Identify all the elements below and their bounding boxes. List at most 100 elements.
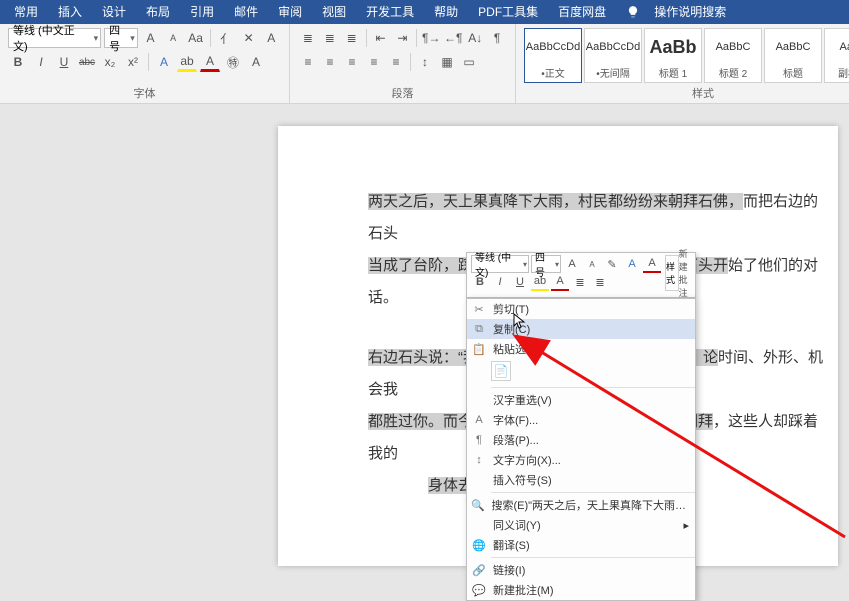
menu-item[interactable]: 开发工具	[356, 0, 424, 24]
menu-item[interactable]: 引用	[180, 0, 224, 24]
text-effect-button[interactable]: A	[154, 52, 174, 72]
mini-color-button[interactable]: A	[551, 273, 569, 291]
menu-item[interactable]: 视图	[312, 0, 356, 24]
style-tile[interactable]: AaBbC标题	[764, 28, 822, 83]
ctx-paste-options-label: 📋粘贴选项:	[467, 339, 695, 359]
underline-button[interactable]: U	[54, 52, 74, 72]
grow-font-button[interactable]: A	[141, 28, 161, 48]
italic-button[interactable]: I	[31, 52, 51, 72]
style-name: 标题	[783, 65, 803, 82]
align-center-button[interactable]: ≡	[320, 52, 340, 72]
style-tile[interactable]: AaBbCcDd•正文	[524, 28, 582, 83]
enclose-char-button[interactable]: ㊕	[223, 52, 243, 72]
ltr-button[interactable]: ¶→	[421, 28, 441, 48]
mini-font-name-combo[interactable]: 等线 (中文)	[471, 255, 529, 273]
ctx-paragraph[interactable]: ¶段落(P)...	[467, 430, 695, 450]
style-name: •无间隔	[596, 65, 630, 82]
borders-button[interactable]: ▭	[459, 52, 479, 72]
char-shading-button[interactable]: A	[246, 52, 266, 72]
mini-numbers-button[interactable]: ≣	[591, 273, 609, 291]
mini-format-painter-button[interactable]: ✎	[603, 255, 621, 273]
ctx-synonym[interactable]: 同义词(Y)▸	[467, 515, 695, 535]
align-distribute-button[interactable]: ≡	[386, 52, 406, 72]
rtl-button[interactable]: ←¶	[443, 28, 463, 48]
bulb-icon	[626, 5, 640, 19]
menu-item[interactable]: 插入	[48, 0, 92, 24]
mini-grow-font-button[interactable]: A	[563, 255, 581, 273]
superscript-button[interactable]: x²	[123, 52, 143, 72]
style-sample: AaBbC	[776, 29, 811, 65]
mini-styles-button[interactable]: 样式	[665, 255, 679, 291]
ctx-link[interactable]: 🔗链接(I)	[467, 560, 695, 580]
font-a-icon: A	[471, 412, 487, 428]
menu-item[interactable]: 邮件	[224, 0, 268, 24]
search-icon: 🔍	[471, 497, 485, 513]
style-tile[interactable]: AaBb副标题	[824, 28, 849, 83]
ctx-hanzi-reselect[interactable]: 汉字重选(V)	[467, 390, 695, 410]
font-size-combo[interactable]: 四号	[104, 28, 138, 48]
paragraph-icon: ¶	[471, 432, 487, 448]
paragraph[interactable]: 两天之后，天上果真降下大雨，村民都纷纷来朝拜石佛，而把右边的石头	[368, 186, 828, 250]
line-spacing-button[interactable]: ↕	[415, 52, 435, 72]
align-left-button[interactable]: ≡	[298, 52, 318, 72]
bold-button[interactable]: B	[8, 52, 28, 72]
increase-indent-button[interactable]: ⇥	[392, 28, 412, 48]
shrink-font-button[interactable]: A	[163, 28, 183, 48]
strike-button[interactable]: abc	[77, 52, 97, 72]
ctx-search[interactable]: 🔍搜索(E)"两天之后，天上果真降下大雨，村..."	[467, 495, 695, 515]
paste-icon: 📄	[494, 364, 509, 378]
numbering-button[interactable]: ≣	[320, 28, 340, 48]
menu-item[interactable]: 设计	[92, 0, 136, 24]
ctx-cut[interactable]: ✂剪切(T)	[467, 299, 695, 319]
shading-button[interactable]: ▦	[437, 52, 457, 72]
mini-fontcolor-a-button[interactable]: A	[623, 255, 641, 273]
show-marks-button[interactable]: ¶	[487, 28, 507, 48]
mini-fontcolor-b-button[interactable]: A	[643, 255, 661, 273]
menu-item[interactable]: 布局	[136, 0, 180, 24]
ribbon-group-font: 等线 (中文正文) 四号 A A Aa ⺅ ✕ A B I U abc x₂ x…	[0, 24, 290, 103]
style-tile[interactable]: AaBb标题 1	[644, 28, 702, 83]
mini-font-size-combo[interactable]: 四号	[531, 255, 561, 273]
bullets-button[interactable]: ≣	[298, 28, 318, 48]
tell-me-search[interactable]: 操作说明搜索	[616, 0, 746, 24]
mini-new-comment-button[interactable]: 新建 批注	[679, 255, 691, 291]
ctx-paste-keep-source[interactable]: 📄	[491, 361, 511, 381]
style-name: 副标题	[838, 65, 849, 82]
char-border-button[interactable]: A	[261, 28, 281, 48]
ctx-font[interactable]: A字体(F)...	[467, 410, 695, 430]
menu-item[interactable]: 常用	[4, 0, 48, 24]
mini-toolbar: 等线 (中文) 四号 A A ✎ A A B I U ab A ≣ ≣	[466, 252, 696, 298]
ctx-text-direction[interactable]: ↕文字方向(X)...	[467, 450, 695, 470]
font-color-button[interactable]: A	[200, 52, 220, 72]
align-right-button[interactable]: ≡	[342, 52, 362, 72]
ctx-new-comment[interactable]: 💬新建批注(M)	[467, 580, 695, 600]
style-sample: AaBbC	[716, 29, 751, 65]
ribbon-group-label: 样式	[524, 83, 849, 101]
translate-icon: 🌐	[471, 537, 487, 553]
menu-item[interactable]: PDF工具集	[468, 0, 548, 24]
font-name-combo[interactable]: 等线 (中文正文)	[8, 28, 101, 48]
ctx-insert-symbol[interactable]: 插入符号(S)	[467, 470, 695, 490]
style-sample: AaBbCcDd	[526, 29, 580, 65]
align-justify-button[interactable]: ≡	[364, 52, 384, 72]
decrease-indent-button[interactable]: ⇤	[371, 28, 391, 48]
menubar: 常用 插入 设计 布局 引用 邮件 审阅 视图 开发工具 帮助 PDF工具集 百…	[0, 0, 849, 24]
mini-bullets-button[interactable]: ≣	[571, 273, 589, 291]
menu-item[interactable]: 百度网盘	[548, 0, 616, 24]
multilevel-list-button[interactable]: ≣	[342, 28, 362, 48]
change-case-button[interactable]: Aa	[186, 28, 206, 48]
subscript-button[interactable]: x₂	[100, 52, 120, 72]
mini-shrink-font-button[interactable]: A	[583, 255, 601, 273]
link-icon: 🔗	[471, 562, 487, 578]
style-tile[interactable]: AaBbC标题 2	[704, 28, 762, 83]
style-name: 标题 2	[719, 65, 747, 82]
ctx-copy[interactable]: ⧉复制(C)	[467, 319, 695, 339]
menu-item[interactable]: 帮助	[424, 0, 468, 24]
phonetic-guide-button[interactable]: ⺅	[216, 28, 236, 48]
clear-format-button[interactable]: ✕	[239, 28, 259, 48]
ctx-translate[interactable]: 🌐翻译(S)	[467, 535, 695, 555]
highlight-button[interactable]: ab	[177, 52, 197, 72]
menu-item[interactable]: 审阅	[268, 0, 312, 24]
style-tile[interactable]: AaBbCcDd•无间隔	[584, 28, 642, 83]
sort-button[interactable]: A↓	[465, 28, 485, 48]
